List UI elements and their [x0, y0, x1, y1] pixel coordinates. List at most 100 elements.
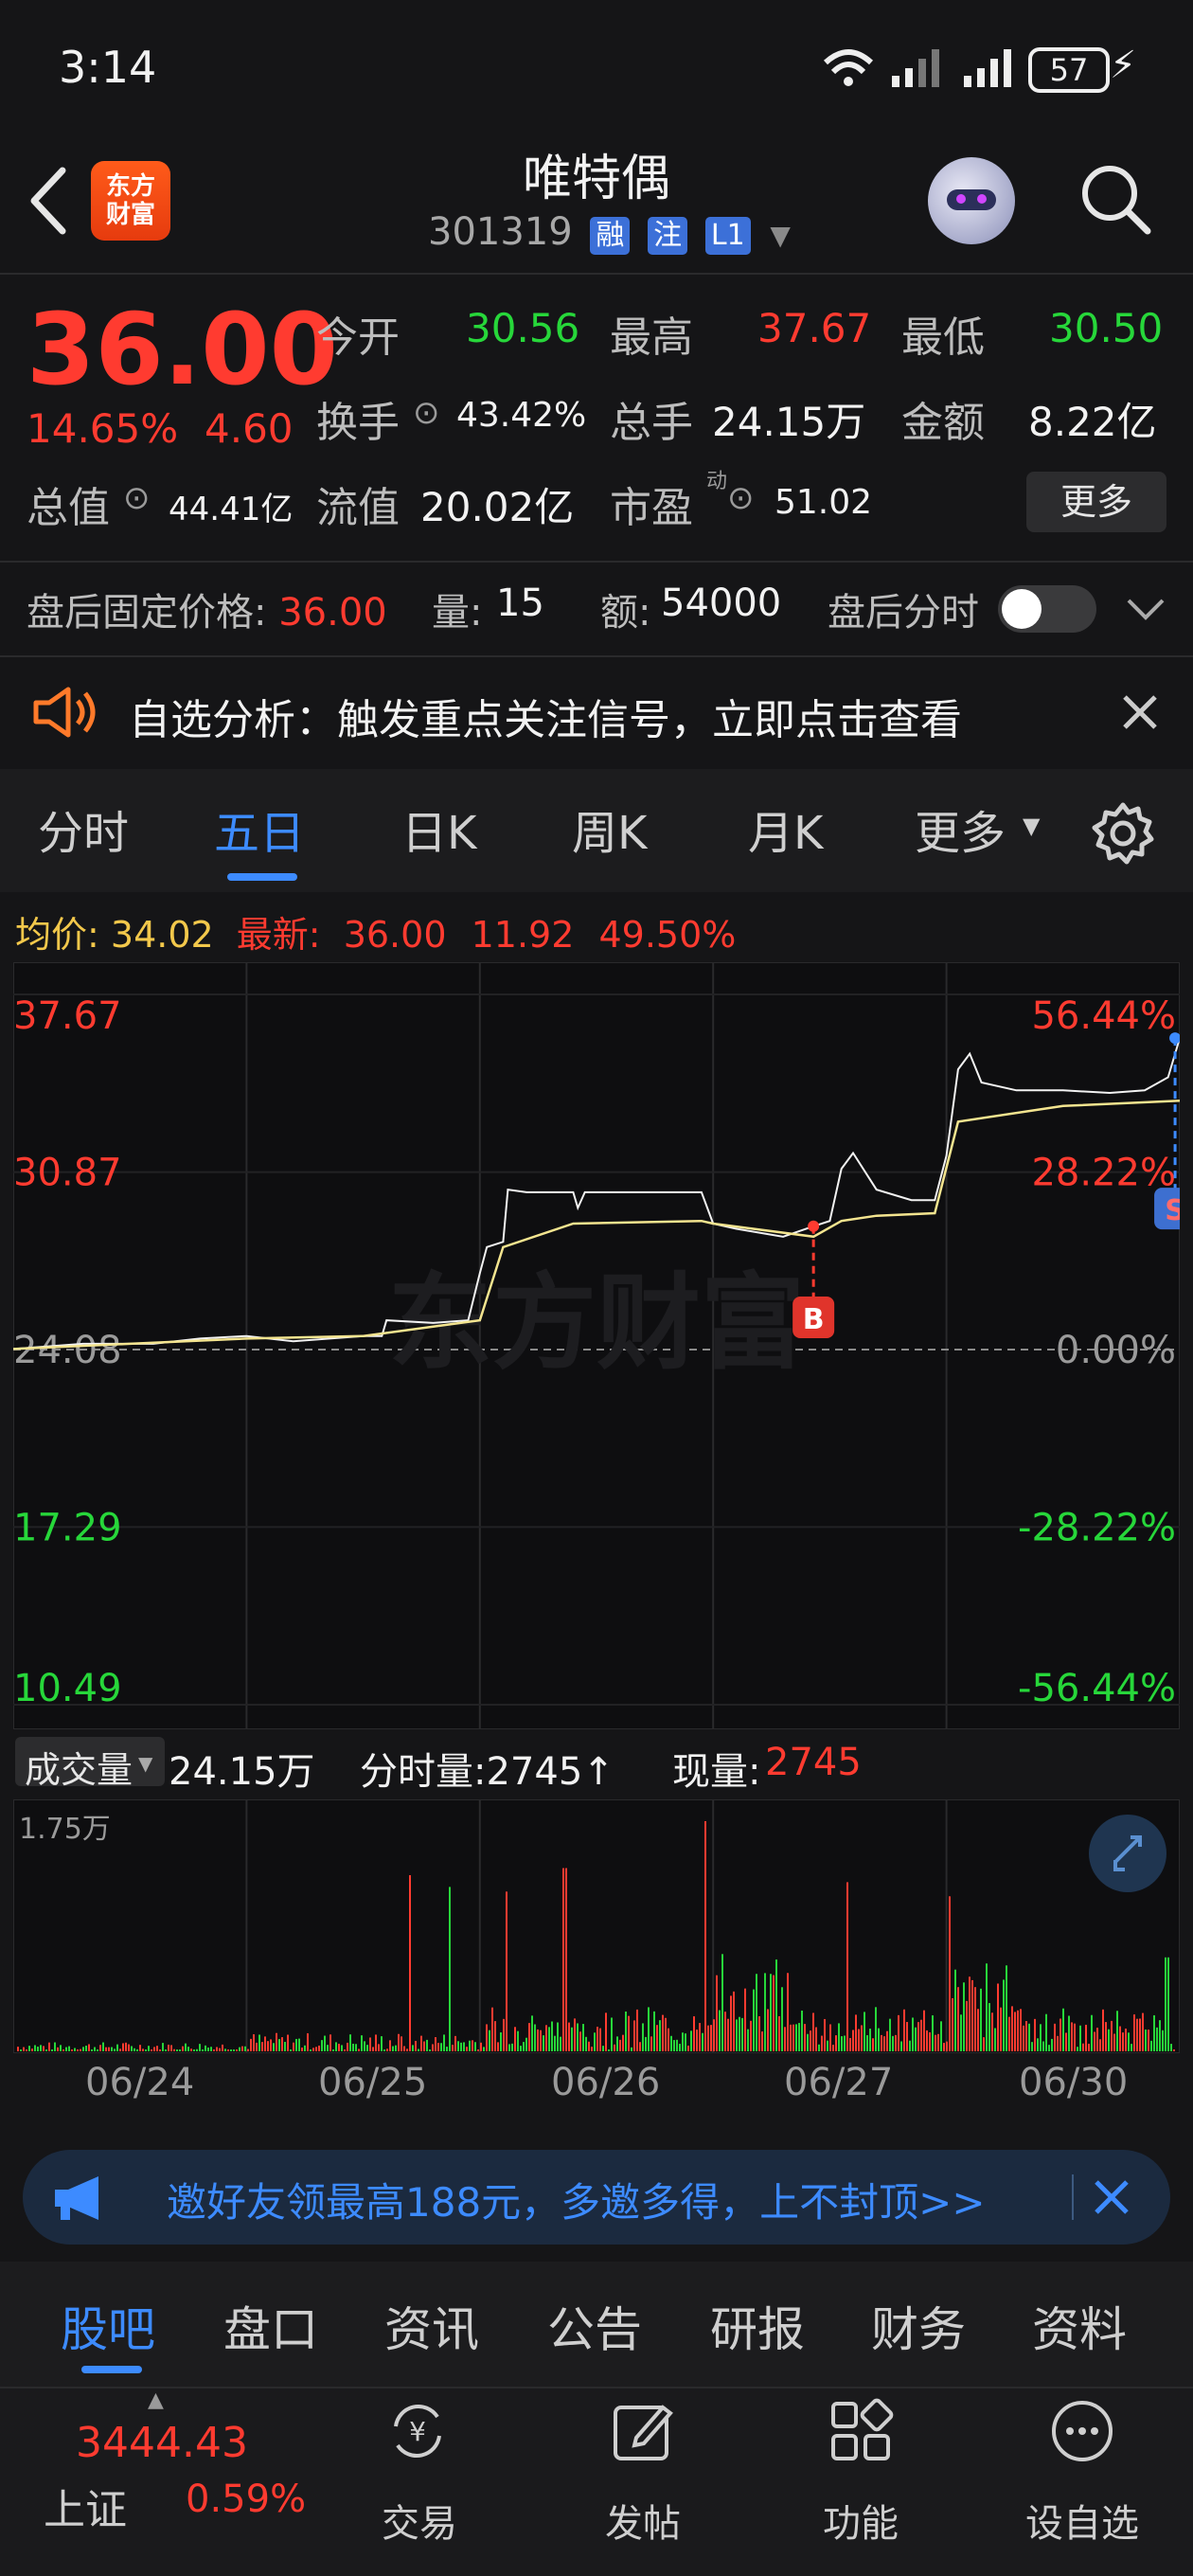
promo-banner[interactable]: 邀好友领最高188元，多邀多得，上不封顶>>: [23, 2150, 1170, 2245]
search-icon[interactable]: [1077, 161, 1153, 237]
volume-bar: [230, 2049, 232, 2051]
volume-bar: [645, 2036, 647, 2051]
volume-bar: [636, 2009, 638, 2051]
bottom-nav: [0, 2388, 1193, 2576]
tab-daily-k[interactable]: 日K: [401, 796, 476, 862]
avg-value: 34.02: [110, 914, 214, 956]
volume-bar: [1167, 1957, 1169, 2051]
active-tab-indicator: [227, 873, 297, 881]
volume-chart[interactable]: [13, 1799, 1180, 2053]
info-icon[interactable]: ⊙: [727, 479, 755, 517]
volume-bar: [790, 2024, 792, 2051]
volume-bar: [1156, 2027, 1158, 2051]
robot-assistant-icon[interactable]: [928, 157, 1015, 244]
tab-order-book[interactable]: 盘口: [223, 2292, 318, 2360]
volume-bar: [949, 1896, 951, 2051]
nav-add-watchlist[interactable]: 设自选: [1011, 2493, 1153, 2548]
volume-bar: [1065, 2032, 1067, 2051]
volume-bar: [1000, 2007, 1002, 2051]
volume-bar: [687, 2045, 689, 2051]
close-icon[interactable]: [1093, 2178, 1131, 2216]
tab-weekly-k[interactable]: 周K: [572, 796, 647, 862]
caret-up-icon: ▲: [148, 2388, 164, 2412]
volume-bar: [383, 2049, 385, 2051]
tab-research[interactable]: 研报: [710, 2292, 805, 2360]
volume-bar: [449, 1887, 451, 2051]
volume-bar: [156, 2046, 158, 2051]
chevron-down-icon[interactable]: [1125, 595, 1166, 623]
trade-icon[interactable]: ¥: [384, 2398, 451, 2464]
tab-financials[interactable]: 财务: [871, 2292, 966, 2360]
volume-bar: [335, 2042, 337, 2051]
index-name[interactable]: 上证: [44, 2476, 127, 2536]
more-button[interactable]: 更多: [1026, 472, 1166, 532]
volume-bar: [264, 2036, 266, 2051]
volume-bar: [298, 2038, 300, 2051]
volume-bar: [971, 1979, 973, 2051]
volume-bar: [190, 2048, 192, 2051]
functions-icon[interactable]: [828, 2398, 894, 2464]
tab-intraday[interactable]: 分时: [38, 796, 129, 862]
nav-post[interactable]: 发帖: [572, 2493, 714, 2548]
open-label: 今开: [316, 313, 400, 362]
five-day-price-chart[interactable]: 东方财富37.67 56.44%30.87 28.22%24.08 0.00%17.2…: [13, 962, 1180, 1729]
volume-bar: [1085, 2024, 1087, 2051]
volume-bar: [341, 2045, 343, 2051]
volume-bar: [866, 2035, 868, 2051]
volume-bar: [784, 2027, 786, 2051]
info-icon[interactable]: ⊙: [413, 394, 440, 432]
volume-bar: [912, 2017, 914, 2051]
volume-bar: [429, 2049, 431, 2051]
tab-more[interactable]: 更多: [915, 796, 1006, 862]
volume-bar: [1113, 2033, 1115, 2051]
volume-bar: [520, 2046, 522, 2051]
high-label: 最高: [610, 313, 693, 362]
tab-stock-forum[interactable]: 股吧: [61, 2292, 155, 2360]
volume-bar: [849, 2037, 851, 2051]
date-label: 06/26: [551, 2061, 661, 2104]
open-value: 30.56: [466, 305, 580, 351]
volume-bar: [179, 2049, 181, 2051]
volume-bar: [1077, 2047, 1078, 2051]
stock-code-row[interactable]: 301319 融 注 L1 ▼: [428, 210, 791, 255]
post-icon[interactable]: [610, 2398, 676, 2464]
more-dots-icon[interactable]: [1049, 2398, 1115, 2464]
after-hours-vol: 15: [496, 581, 544, 625]
charging-icon: ⚡: [1110, 44, 1137, 87]
latest-label: 最新:: [236, 914, 321, 956]
volume-bar: [952, 1997, 953, 2051]
volume-bar: [963, 1982, 965, 2051]
index-value[interactable]: 3444.43: [76, 2419, 248, 2467]
nav-functions[interactable]: 功能: [790, 2493, 932, 2548]
volume-bar: [690, 2030, 692, 2051]
gear-icon[interactable]: [1091, 801, 1155, 866]
float-label: 流值: [316, 484, 400, 532]
close-icon[interactable]: [1121, 693, 1159, 731]
fullscreen-button[interactable]: [1089, 1815, 1166, 1892]
volume-bar: [480, 2042, 482, 2051]
volume-bar: [74, 2048, 76, 2051]
date-label: 06/25: [318, 2061, 428, 2104]
notice-text[interactable]: 自选分析：触发重点关注信号，立即点击查看: [129, 686, 962, 746]
tab-news[interactable]: 资讯: [384, 2292, 479, 2360]
info-icon[interactable]: ⊙: [123, 479, 151, 517]
nav-trade[interactable]: 交易: [348, 2493, 490, 2548]
volume-bar: [273, 2043, 275, 2051]
volume-bar: [270, 2039, 272, 2051]
volume-bar: [812, 2012, 814, 2051]
after-hours-vol-label: 量:: [432, 591, 483, 635]
volume-bar: [321, 2040, 323, 2051]
volume-bar: [577, 2023, 579, 2051]
volume-bar: [324, 2035, 326, 2051]
tab-profile[interactable]: 资料: [1032, 2292, 1127, 2360]
volume-bar: [358, 2048, 360, 2051]
tab-five-day[interactable]: 五日: [214, 796, 305, 862]
tab-announcements[interactable]: 公告: [547, 2292, 642, 2360]
volume-indicator-selector[interactable]: 成交量 ▼: [15, 1737, 165, 1791]
tab-monthly-k[interactable]: 月K: [748, 796, 823, 862]
after-hours-toggle[interactable]: [998, 585, 1096, 633]
volume-bar: [355, 2044, 357, 2051]
volume-bar: [213, 2049, 215, 2051]
latest-change-pct: 49.50%: [598, 914, 737, 956]
volume-bar: [1071, 2022, 1073, 2051]
